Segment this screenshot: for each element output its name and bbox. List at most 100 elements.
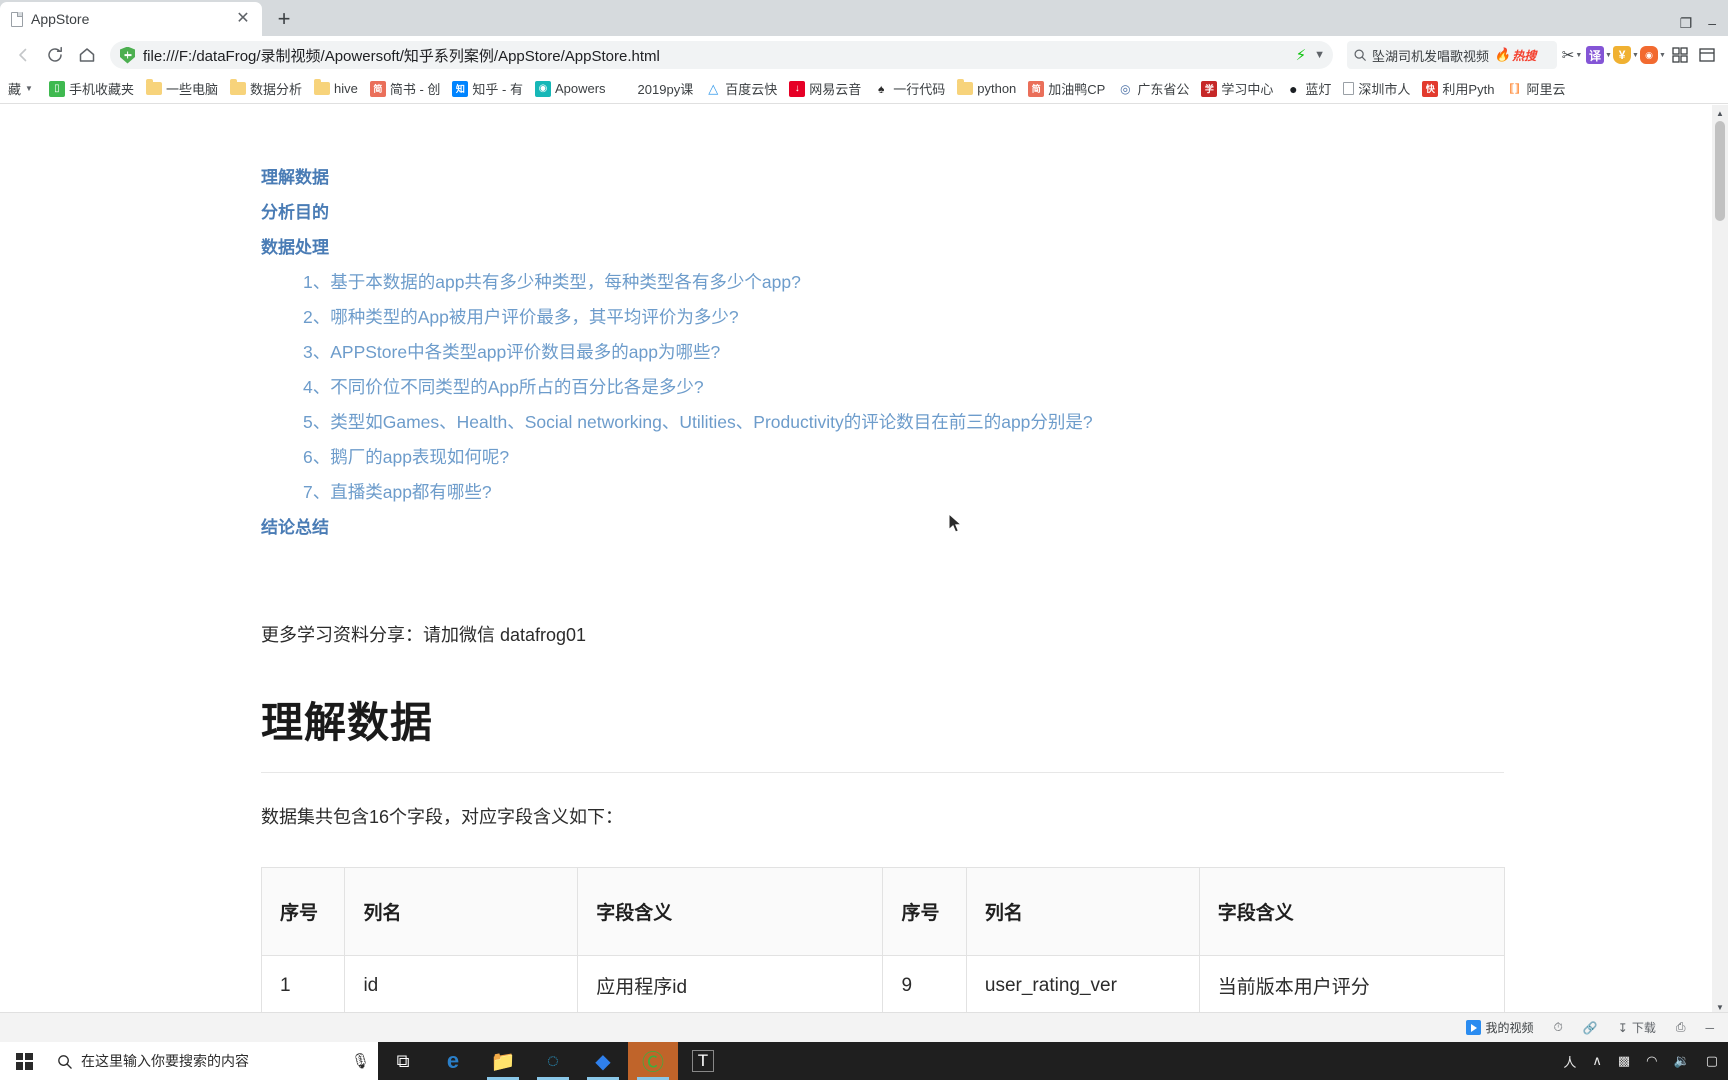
bookmark-item[interactable]: 简加油鸭CP [1022, 77, 1111, 100]
menu-icon[interactable] [1694, 42, 1720, 68]
bookmark-label: 广东省公 [1137, 79, 1189, 98]
table-header: 序号 列名 字段含义 序号 列名 字段含义 [262, 868, 1505, 956]
battery-icon[interactable]: ▩ [1618, 1053, 1630, 1069]
new-tab-button[interactable]: + [268, 4, 300, 34]
sogou-browser-icon[interactable]: Ⓒ [628, 1042, 678, 1080]
bookmark-item[interactable]: 一些电脑 [140, 77, 224, 100]
task-view-icon[interactable]: ⧉ [378, 1042, 428, 1080]
toc-link-data-processing[interactable]: 数据处理 [261, 230, 1506, 265]
bookmark-label: 一些电脑 [166, 79, 218, 98]
chevron-down-icon[interactable]: ▼ [1605, 52, 1612, 59]
zhihu-icon: 知 [452, 81, 468, 97]
bookmark-item[interactable]: ♠ 一行代码 [867, 77, 951, 100]
start-button[interactable] [0, 1042, 48, 1080]
table-cell: user_rating_ver [966, 956, 1199, 1016]
home-icon[interactable] [72, 40, 102, 70]
gamepad-icon[interactable]: ◉ ▼ [1640, 42, 1666, 68]
toc-link-conclusion[interactable]: 结论总结 [261, 510, 1506, 545]
back-arrow-icon[interactable] [8, 40, 38, 70]
my-video-button[interactable]: 我的视频 [1466, 1019, 1533, 1036]
bookmark-item[interactable]: △ 百度云快 [699, 77, 783, 100]
bookmark-item[interactable]: ◎ 广东省公 [1111, 77, 1195, 100]
clock-icon[interactable]: ⏱ [1553, 1020, 1562, 1035]
bookmark-label: Apowers [555, 81, 606, 96]
chevron-up-icon[interactable]: ∧ [1592, 1053, 1602, 1069]
search-box[interactable]: 坠湖司机发唱歌视频 🔥 热搜 [1347, 41, 1557, 69]
column-header-index-2: 序号 [883, 868, 966, 956]
bookmark-item[interactable]: python [951, 79, 1022, 98]
download-icon: ↧ [1618, 1021, 1628, 1035]
taskbar-search[interactable]: 在这里输入你要搜索的内容 🎙 [48, 1042, 378, 1080]
address-bar[interactable]: file:///F:/dataFrog/录制视频/Apowersoft/知乎系列… [110, 41, 1333, 69]
bookmark-overflow[interactable]: 藏 ▼ [2, 77, 43, 100]
bookmark-label: 学习中心 [1221, 79, 1273, 98]
toc-subitem-3[interactable]: 3、APPStore中各类型app评价数目最多的app为哪些? [303, 335, 1506, 370]
chevron-down-icon[interactable]: ▼ [25, 84, 33, 93]
notification-icon[interactable]: ▢ [1706, 1053, 1718, 1069]
book-icon: 快 [1422, 81, 1438, 97]
bookmark-item[interactable]: hive [308, 79, 364, 98]
chevron-down-icon[interactable]: ▼ [1575, 52, 1582, 59]
chevron-down-icon[interactable]: ▼ [1314, 49, 1325, 61]
bookmark-item[interactable]: ↓ 网易云音 [783, 77, 867, 100]
scroll-up-arrow-icon[interactable]: ▲ [1712, 105, 1728, 121]
bookmark-label: 百度云快 [725, 79, 777, 98]
translate-icon[interactable]: 译 ▼ [1586, 42, 1612, 68]
close-icon[interactable]: ✕ [234, 10, 252, 28]
table-row: 1 id 应用程序id 9 user_rating_ver 当前版本用户评分 [262, 956, 1505, 1016]
page-viewport: 理解数据 分析目的 数据处理 1、基于本数据的app共有多少种类型，每种类型各有… [0, 105, 1728, 1015]
ime-icon[interactable]: 人 [1563, 1052, 1576, 1071]
toc-link-understand-data[interactable]: 理解数据 [261, 160, 1506, 195]
search-circle-icon [56, 1053, 73, 1070]
tab-appstore[interactable]: AppStore ✕ [0, 2, 262, 36]
column-header-index-1: 序号 [262, 868, 345, 956]
lightning-icon[interactable]: ⚡ [1296, 46, 1307, 64]
shield-badge-icon[interactable]: ¥ ▼ [1613, 42, 1639, 68]
toc-subitem-6[interactable]: 6、鹅厂的app表现如何呢? [303, 440, 1506, 475]
toc-subitem-5[interactable]: 5、类型如Games、Health、Social networking、Util… [303, 405, 1506, 440]
browser-360-icon[interactable]: ◌ [528, 1042, 578, 1080]
vertical-scrollbar[interactable]: ▲ ▼ [1712, 105, 1728, 1015]
bookmark-item[interactable]: 简简书 - 创 [364, 77, 447, 100]
wifi-icon[interactable]: ◠ [1646, 1053, 1657, 1069]
bookmark-item[interactable]: 深圳市人 [1337, 77, 1416, 100]
bookmark-item[interactable]: ๴ 2019py课 [612, 77, 700, 100]
printer-icon[interactable]: ⎙ [1676, 1020, 1686, 1035]
bookmark-item[interactable]: 数据分析 [224, 77, 308, 100]
file-explorer-icon[interactable]: 📁 [478, 1042, 528, 1080]
chevron-down-icon[interactable]: ▼ [1632, 52, 1639, 59]
bookmark-item[interactable]: ⟦⟧ 阿里云 [1500, 77, 1571, 100]
restore-window-button[interactable]: ❐ [1680, 16, 1693, 30]
scrollbar-thumb[interactable] [1715, 121, 1725, 221]
bookmark-item[interactable]: ● 蓝灯 [1279, 77, 1337, 100]
app-blue-icon[interactable]: ◆ [578, 1042, 628, 1080]
bookmark-item[interactable]: 学学习中心 [1195, 77, 1279, 100]
folder-icon [230, 82, 246, 95]
microphone-icon[interactable]: 🎙 [351, 1052, 370, 1070]
toc-link-analysis-goal[interactable]: 分析目的 [261, 195, 1506, 230]
bookmark-item[interactable]: ◉ Apowers [529, 79, 612, 99]
download-button[interactable]: ↧ 下载 [1618, 1019, 1656, 1036]
bookmark-label: 2019py课 [638, 79, 694, 98]
column-header-name-1: 列名 [345, 868, 578, 956]
download-label: 下载 [1632, 1019, 1656, 1036]
typora-icon[interactable]: T [678, 1042, 728, 1080]
bookmarks-bar: 藏 ▼ ▯ 手机收藏夹 一些电脑 数据分析 hive 简简书 - 创 知知乎 - … [0, 74, 1728, 104]
chevron-down-icon[interactable]: ▼ [1659, 52, 1666, 59]
minimize-icon[interactable]: ─ [1705, 1021, 1714, 1035]
toc-subitem-7[interactable]: 7、直播类app都有哪些? [303, 475, 1506, 510]
toc-subitem-4[interactable]: 4、不同价位不同类型的App所占的百分比各是多少? [303, 370, 1506, 405]
bookmark-item[interactable]: ▯ 手机收藏夹 [43, 77, 140, 100]
volume-icon[interactable]: 🔉 [1674, 1053, 1690, 1069]
minimize-window-button[interactable]: – [1708, 16, 1716, 30]
reload-icon[interactable] [40, 40, 70, 70]
link-icon[interactable]: 🔗 [1583, 1021, 1598, 1035]
table-header-row: 序号 列名 字段含义 序号 列名 字段含义 [262, 868, 1505, 956]
edge-icon[interactable]: e [428, 1042, 478, 1080]
bookmark-item[interactable]: 快利用Pyth [1416, 77, 1500, 100]
toc-subitem-2[interactable]: 2、哪种类型的App被用户评价最多，其平均评价为多少? [303, 300, 1506, 335]
toc-subitem-1[interactable]: 1、基于本数据的app共有多少种类型，每种类型各有多少个app? [303, 265, 1506, 300]
grid-apps-icon[interactable] [1667, 42, 1693, 68]
bookmark-item[interactable]: 知知乎 - 有 [446, 77, 529, 100]
scissors-icon[interactable]: ✂ ▼ [1559, 42, 1585, 68]
